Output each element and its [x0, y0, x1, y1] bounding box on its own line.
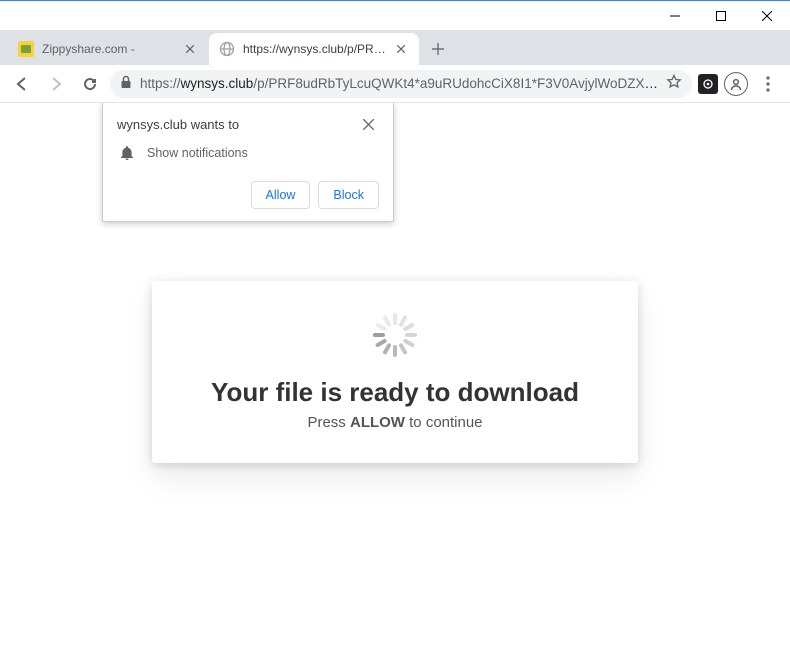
- tab-title: https://wynsys.club/p/PRF8udRb: [243, 42, 393, 56]
- window-close-button[interactable]: [744, 1, 790, 30]
- tab-title: Zippyshare.com -: [42, 42, 182, 56]
- allow-button[interactable]: Allow: [251, 181, 311, 209]
- reload-button[interactable]: [76, 70, 104, 98]
- block-button[interactable]: Block: [318, 181, 379, 209]
- permission-origin-text: wynsys.club wants to: [117, 117, 363, 132]
- spinner-icon: [373, 313, 417, 357]
- card-subtext: Press ALLOW to continue: [172, 414, 618, 431]
- forward-button[interactable]: [42, 70, 70, 98]
- tab-close-button[interactable]: [182, 41, 198, 57]
- back-button[interactable]: [8, 70, 36, 98]
- favicon-icon: [18, 41, 34, 57]
- page-content: wynsys.club wants to Show notifications …: [0, 103, 790, 652]
- notification-permission-dialog: wynsys.club wants to Show notifications …: [102, 103, 394, 222]
- bell-icon: [119, 145, 135, 161]
- window-titlebar: [0, 0, 790, 30]
- download-card: Your file is ready to download Press ALL…: [152, 281, 638, 463]
- new-tab-button[interactable]: [424, 35, 452, 63]
- tab-strip: Zippyshare.com - https://wynsys.club/p/P…: [0, 30, 790, 65]
- permission-request-text: Show notifications: [147, 146, 248, 160]
- tab-wynsys[interactable]: https://wynsys.club/p/PRF8udRb: [209, 33, 419, 65]
- url-text: https://wynsys.club/p/PRF8udRbTyLcuQWKt4…: [140, 76, 658, 91]
- bookmark-star-icon[interactable]: [666, 74, 682, 93]
- window-maximize-button[interactable]: [698, 1, 744, 30]
- card-heading: Your file is ready to download: [172, 377, 618, 408]
- window-minimize-button[interactable]: [652, 1, 698, 30]
- menu-button[interactable]: [754, 70, 782, 98]
- browser-toolbar: https://wynsys.club/p/PRF8udRbTyLcuQWKt4…: [0, 65, 790, 103]
- tab-close-button[interactable]: [393, 41, 409, 57]
- address-bar[interactable]: https://wynsys.club/p/PRF8udRbTyLcuQWKt4…: [110, 70, 692, 98]
- favicon-icon: [219, 41, 235, 57]
- lock-icon: [120, 75, 132, 92]
- extension-icon[interactable]: [698, 74, 718, 94]
- permission-close-button[interactable]: [363, 117, 379, 133]
- tab-zippyshare[interactable]: Zippyshare.com -: [8, 33, 208, 65]
- profile-avatar-button[interactable]: [724, 72, 748, 96]
